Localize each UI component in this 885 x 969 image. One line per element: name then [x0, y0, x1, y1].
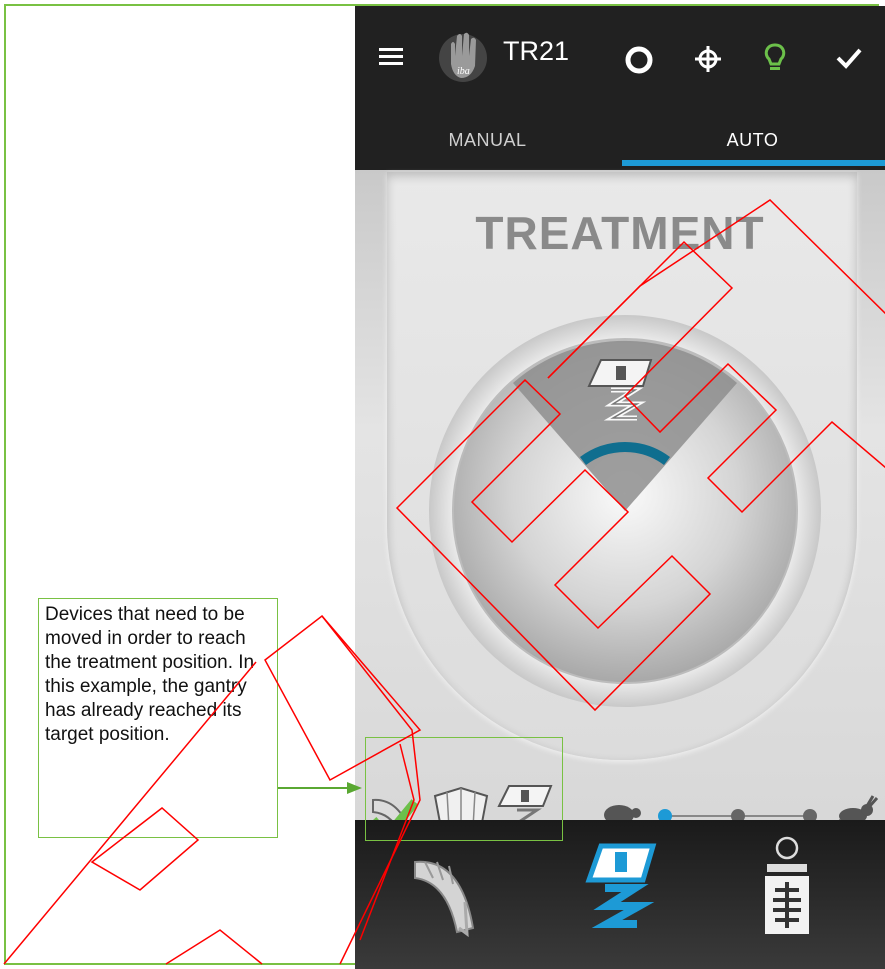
draft-watermark — [3, 199, 885, 965]
